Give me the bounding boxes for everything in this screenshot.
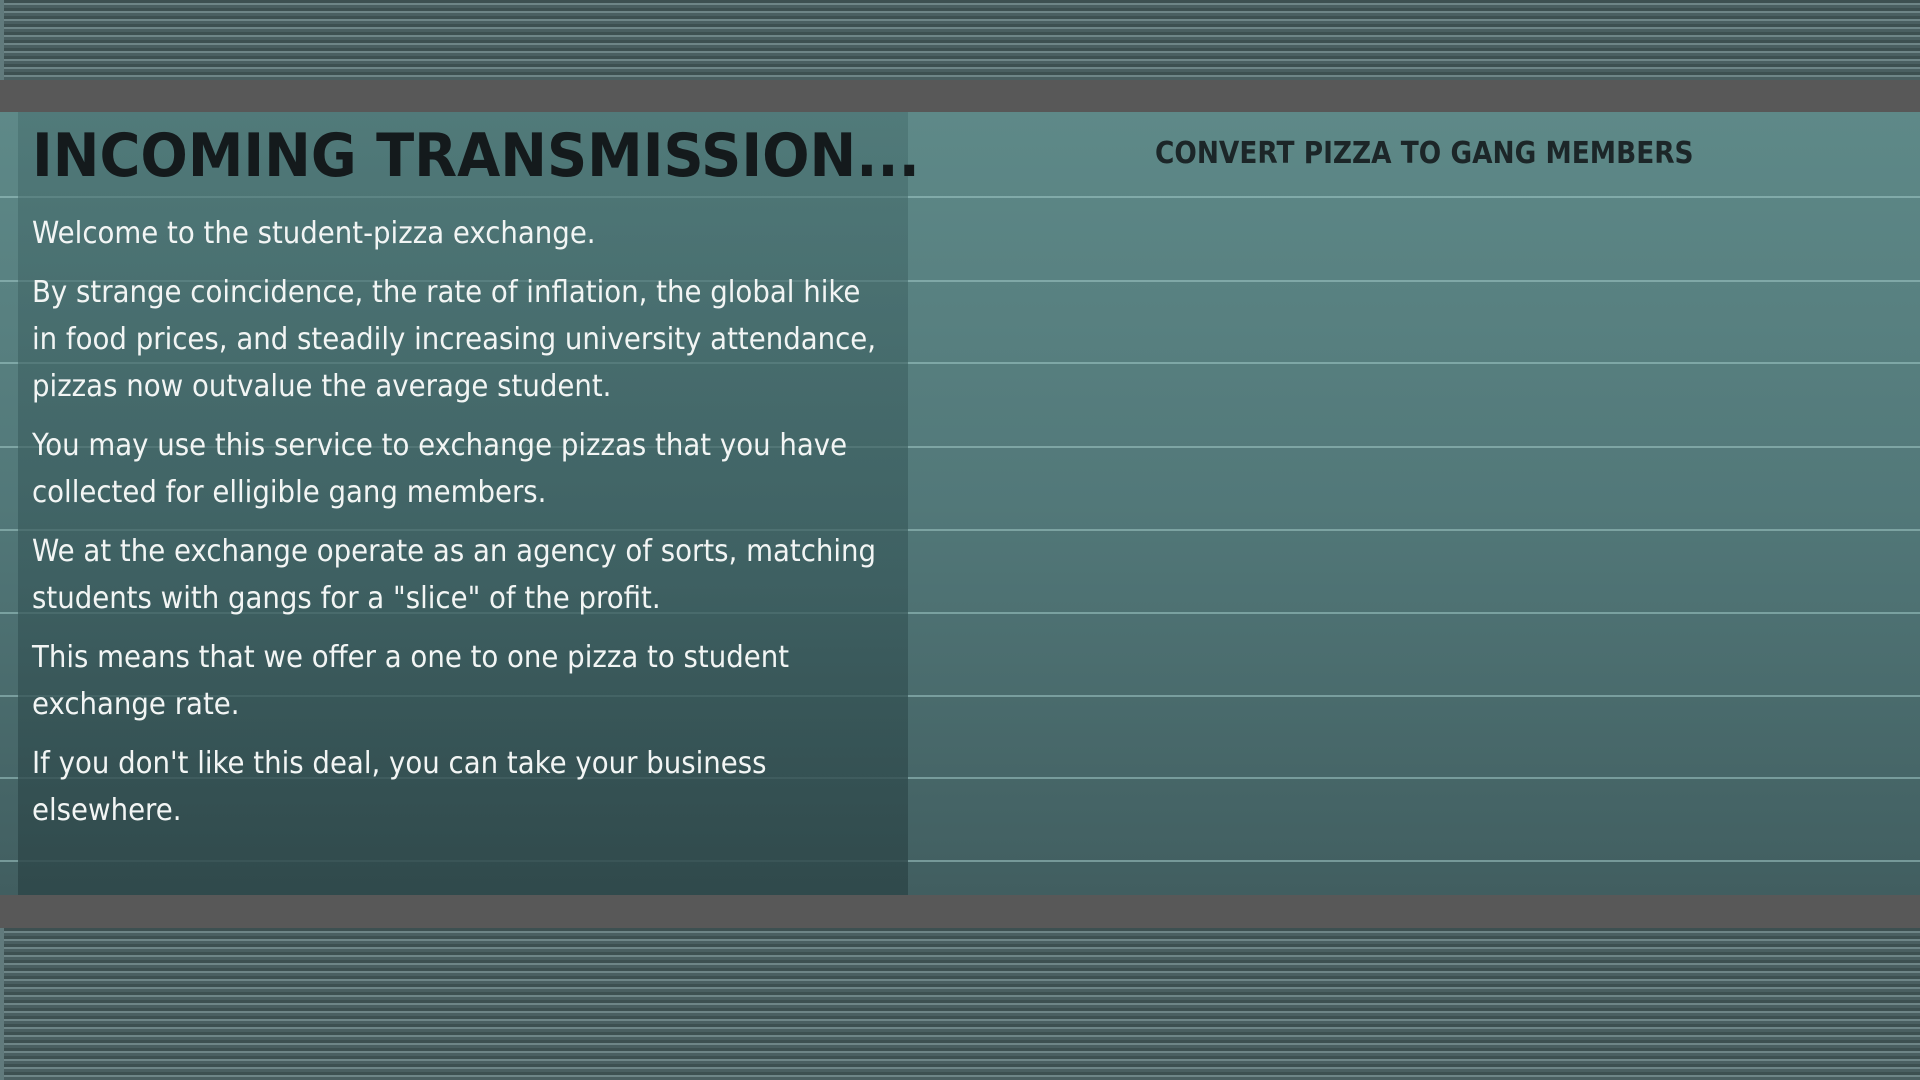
top-stripe-band (0, 0, 1920, 80)
main-area: INCOMING TRANSMISSION... Welcome to the … (0, 112, 1920, 895)
transmission-paragraph: Welcome to the student-pizza exchange. (32, 216, 596, 251)
transmission-paragraph: By strange coincidence, the rate of infl… (32, 275, 877, 404)
transmission-paragraph: We at the exchange operate as an agency … (32, 534, 877, 616)
top-gray-bar (0, 80, 1920, 112)
transmission-paragraph: You may use this service to exchange piz… (32, 428, 848, 510)
convert-pizza-heading: CONVERT PIZZA TO GANG MEMBERS (1155, 136, 1694, 171)
transmission-paragraph: If you don't like this deal, you can tak… (32, 746, 767, 828)
transmission-panel: INCOMING TRANSMISSION... Welcome to the … (18, 112, 920, 895)
transmission-paragraph: This means that we offer a one to one pi… (32, 640, 790, 722)
bottom-stripe-band (0, 928, 1920, 1080)
transmission-title: INCOMING TRANSMISSION... (32, 121, 920, 191)
bottom-gray-bar (0, 895, 1920, 928)
